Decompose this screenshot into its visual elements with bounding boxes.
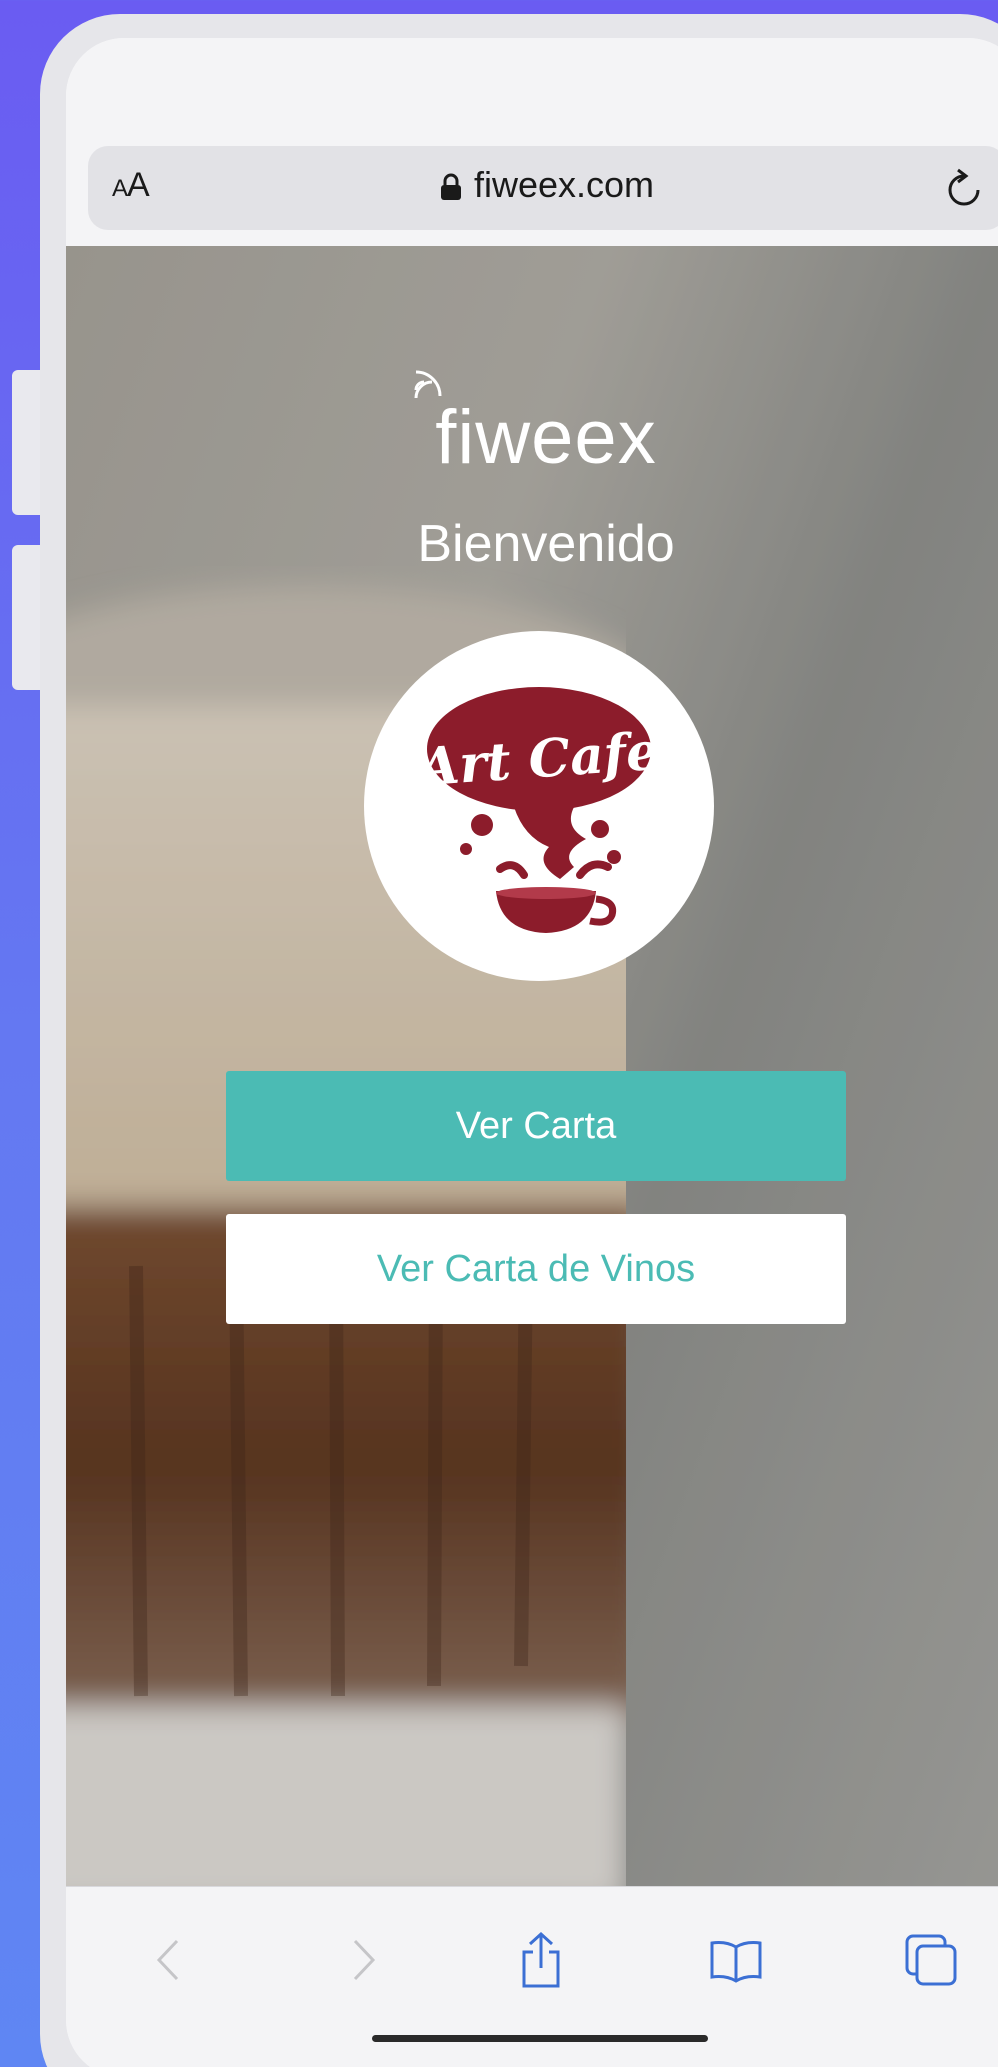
lock-icon [440,168,462,210]
volume-up-button [12,370,42,515]
welcome-heading: Bienvenido [417,515,675,573]
home-indicator [372,2035,708,2042]
restaurant-logo: Art Cafe [364,631,714,981]
tabs-icon[interactable] [896,1925,966,1995]
phone-screen: AA fiweex.com fiweex Bienvenido Art Cafe… [66,38,998,2067]
browser-top-area: AA fiweex.com [66,38,998,246]
forward-icon[interactable] [328,1925,398,1995]
share-icon[interactable] [506,1925,576,1995]
view-wine-list-button[interactable]: Ver Carta de Vinos [226,1214,846,1324]
brand-logo-text: fiweex [435,395,657,480]
url-display[interactable]: fiweex.com [88,164,998,210]
back-icon[interactable] [134,1925,204,1995]
reload-icon[interactable] [944,166,984,215]
volume-down-button [12,545,42,690]
view-menu-button[interactable]: Ver Carta [226,1071,846,1181]
web-content: fiweex Bienvenido Art Cafe Ver Carta Ver… [66,246,998,1886]
address-bar[interactable]: AA fiweex.com [88,146,998,230]
bookmarks-icon[interactable] [701,1925,771,1995]
art-cafe-logo-graphic [427,687,651,933]
url-text: fiweex.com [473,164,655,205]
image-overlay [66,246,998,1886]
